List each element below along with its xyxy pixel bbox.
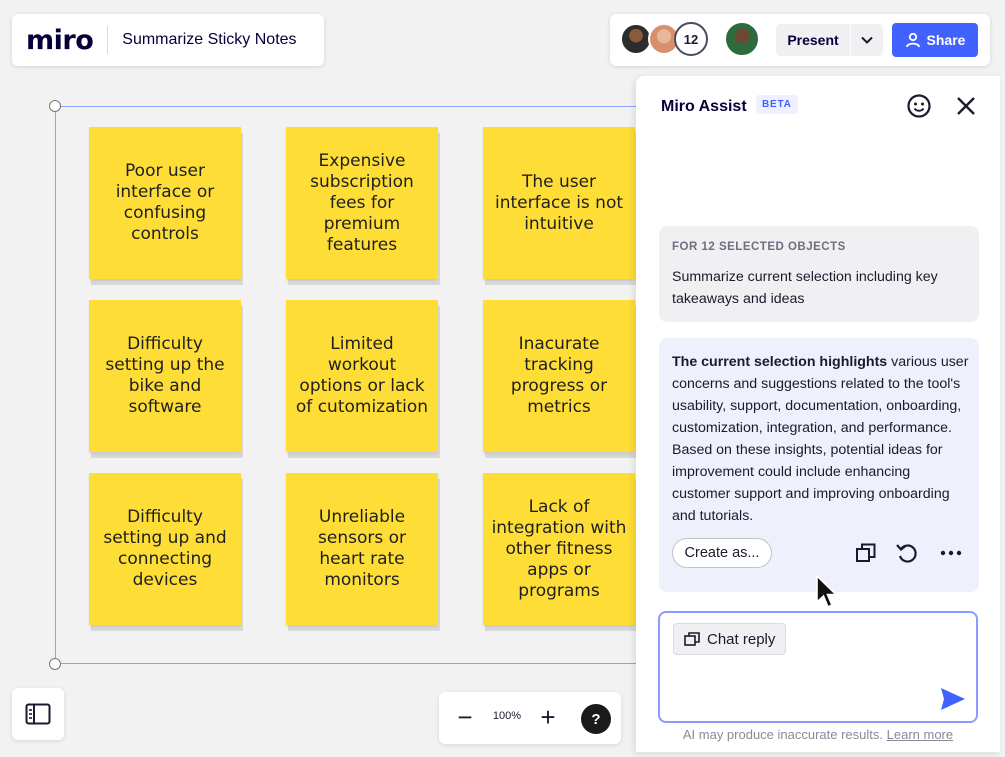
miro-assist-panel: Miro Assist BETA FOR 12 SELECTED OBJECTS… [636, 76, 1000, 752]
sidebar-icon [25, 703, 51, 725]
more-options-icon[interactable] [939, 541, 963, 565]
send-icon[interactable] [940, 687, 966, 711]
copy-icon[interactable] [854, 541, 878, 565]
divider [107, 26, 109, 54]
zoom-level[interactable]: 100% [487, 710, 527, 722]
sticky-note[interactable]: The user interface is not intuitive [483, 127, 635, 279]
chat-reply-icon [684, 632, 700, 646]
mouse-cursor-icon [816, 574, 838, 609]
prompt-text: Summarize current selection including ke… [672, 269, 938, 307]
share-button[interactable]: Share [892, 23, 978, 57]
present-dropdown-button[interactable] [851, 24, 883, 56]
sticky-note[interactable]: Poor user interface or confusing control… [89, 127, 241, 279]
board-title-bar: miro Summarize Sticky Notes [12, 14, 324, 66]
collaborator-count-badge[interactable]: 12 [674, 22, 708, 56]
selection-count-label: FOR 12 SELECTED OBJECTS [672, 241, 846, 253]
learn-more-link[interactable]: Learn more [887, 727, 953, 742]
resize-handle[interactable] [49, 658, 61, 670]
resize-handle[interactable] [49, 100, 61, 112]
help-button[interactable]: ? [581, 704, 611, 734]
disclaimer-text: AI may produce inaccurate results. [682, 727, 884, 742]
sticky-note[interactable]: Limited workout options or lack of cutom… [286, 300, 438, 452]
chevron-down-icon [861, 36, 873, 44]
chat-input-box[interactable]: Chat reply [658, 611, 978, 723]
feedback-smiley-icon[interactable] [906, 93, 932, 119]
board-title[interactable]: Summarize Sticky Notes [122, 31, 296, 49]
chat-reply-label: Chat reply [707, 630, 776, 648]
create-as-button[interactable]: Create as... [672, 538, 772, 568]
user-icon [905, 32, 920, 48]
response-text: The current selection highlights various… [672, 351, 972, 527]
miro-logo[interactable]: miro [26, 25, 94, 56]
response-lead: The current selection highlights [672, 354, 888, 370]
beta-badge: BETA [756, 95, 798, 114]
sticky-note[interactable]: Lack of integration with other fitness a… [483, 473, 635, 625]
response-card: The current selection highlights various… [659, 338, 979, 592]
share-label: Share [926, 32, 966, 48]
sticky-note[interactable]: Unreliable sensors or heart rate monitor… [286, 473, 438, 625]
zoom-in-button[interactable]: + [536, 704, 560, 732]
panel-title: Miro Assist [661, 98, 747, 115]
sticky-note[interactable]: Expensive subscription fees for premium … [286, 127, 438, 279]
close-icon[interactable] [954, 94, 978, 118]
frames-panel-button[interactable] [12, 688, 64, 740]
sticky-note[interactable]: Difficulty setting up the bike and softw… [89, 300, 241, 452]
regenerate-icon[interactable] [895, 541, 919, 565]
collaboration-bar: 12 Present Share [610, 14, 990, 66]
response-body: various user concerns and suggestions re… [672, 354, 969, 524]
sticky-note[interactable]: Difficulty setting up and connecting dev… [89, 473, 241, 625]
prompt-card: FOR 12 SELECTED OBJECTS Summarize curren… [659, 226, 979, 322]
zoom-out-button[interactable]: − [453, 704, 477, 732]
chat-reply-chip[interactable]: Chat reply [673, 623, 787, 655]
zoom-controls: − 100% + ? [439, 692, 621, 744]
present-button[interactable]: Present [776, 24, 850, 56]
avatar[interactable] [724, 21, 760, 57]
sticky-note[interactable]: Inacurate tracking progress or metrics [483, 300, 635, 452]
ai-disclaimer: AI may produce inaccurate results. Learn… [636, 727, 1000, 742]
